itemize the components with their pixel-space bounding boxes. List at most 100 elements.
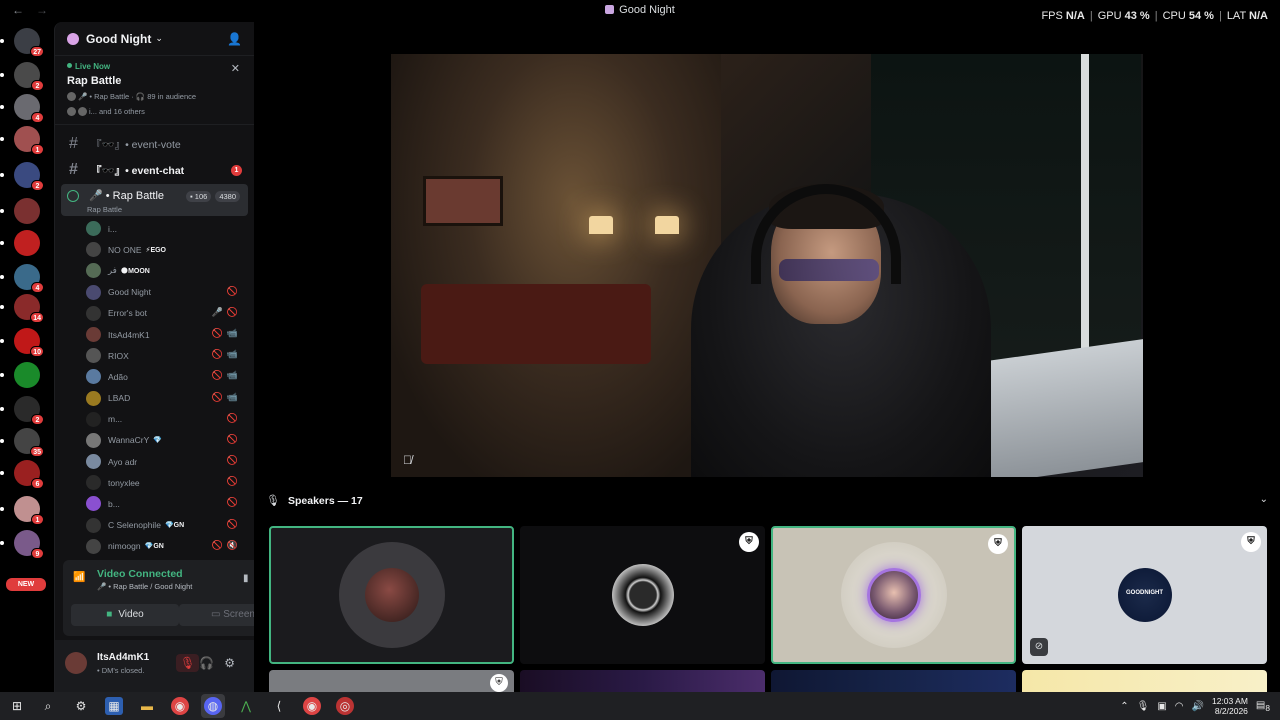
chrome-icon[interactable]: ◉ — [303, 697, 321, 715]
microphone-icon[interactable]: 🎙 — [1137, 701, 1150, 712]
app-icon[interactable]: ◎ — [336, 697, 354, 715]
main-video-stream[interactable]: 🎙̸ — [391, 54, 1143, 477]
video-button[interactable]: ■ Video — [71, 604, 179, 626]
mic-muted-icon: 🎙̸ — [403, 453, 412, 467]
discord-icon[interactable]: ◍ — [204, 697, 222, 715]
mic-muted-icon[interactable]: 🎙 — [176, 654, 200, 672]
voice-user[interactable]: RIOX 🚫📹 — [55, 345, 254, 366]
voice-user[interactable]: tonyxlee 🚫 — [55, 472, 254, 493]
voice-channel-rap-battle[interactable]: 🎤 • Rap Battle Rap Battle ▪ 106 4380 — [61, 184, 248, 216]
speakers-header: 🎙 Speakers — 17 — [266, 494, 363, 508]
channel-event-vote[interactable]: # 『🕶️』• event-vote — [61, 131, 248, 157]
app-icon[interactable]: ⋀ — [237, 697, 255, 715]
voice-user[interactable]: b... 🚫 — [55, 493, 254, 514]
speaker-tile[interactable]: ⛨ — [520, 526, 765, 664]
unread-pill — [0, 275, 4, 279]
server-icon[interactable]: 6 — [0, 460, 44, 489]
server-icon[interactable]: 10 — [0, 328, 44, 357]
chrome-icon[interactable]: ◉ — [171, 697, 189, 715]
speaker-tile[interactable]: ⛨ ⊘ — [1022, 526, 1267, 664]
voice-user[interactable]: NO ONE ⚡EGO — [55, 239, 254, 260]
server-icon[interactable] — [0, 362, 40, 388]
gear-icon[interactable]: ⚙ — [224, 656, 245, 670]
mention-badge: 2 — [31, 414, 44, 425]
server-icon[interactable]: 2 — [0, 62, 44, 91]
voice-user-name: i... — [108, 223, 117, 234]
chevron-down-icon: ⌄ — [155, 33, 163, 43]
server-icon[interactable]: 35 — [0, 428, 44, 457]
voice-user-name: فر — [108, 265, 117, 276]
avatar — [78, 107, 87, 116]
wifi-icon[interactable]: ◠ — [1175, 701, 1184, 712]
hash-icon: # — [69, 135, 78, 152]
voice-user[interactable]: ItsAd4mK1 🚫📹 — [55, 324, 254, 345]
moderator-shield-icon: ⛨ — [1241, 532, 1261, 552]
server-icon[interactable]: 1 — [0, 496, 44, 525]
server-icon[interactable]: 2 — [0, 396, 44, 425]
avatar[interactable] — [65, 652, 87, 674]
voice-user[interactable]: nimoogn 💎GN 🚫🔇 — [55, 536, 254, 557]
voice-user[interactable]: i... — [55, 218, 254, 239]
server-icon[interactable]: 9 — [0, 530, 44, 559]
avatar — [86, 305, 101, 321]
video-wall-picture — [423, 176, 503, 226]
speaker-tile[interactable]: ⛨ — [771, 526, 1016, 664]
unread-pill — [0, 471, 4, 475]
speaker-tile[interactable] — [771, 670, 1016, 692]
voice-user[interactable]: Good Night 🚫 — [55, 282, 254, 303]
server-icon[interactable]: 4 — [0, 264, 44, 293]
app-icon[interactable]: ⟨ — [270, 697, 288, 715]
speaker-tile[interactable]: ⛨ — [269, 670, 514, 692]
server-icon[interactable]: 1 — [0, 126, 44, 155]
store-icon[interactable]: ▦ — [105, 697, 123, 715]
speaker-tile[interactable] — [269, 526, 514, 664]
screen-icon: ▭ — [211, 609, 221, 620]
avatar — [1117, 568, 1172, 622]
voice-user-name: Error's bot — [108, 308, 147, 319]
signal-icon[interactable]: 📶 — [73, 572, 85, 583]
network-icon[interactable]: ▣ — [1157, 701, 1166, 712]
server-icon[interactable]: 14 — [0, 294, 44, 323]
server-header[interactable]: Good Night ⌄ 👤 — [55, 22, 254, 56]
search-icon[interactable]: ⌕ — [39, 697, 57, 715]
notification-icon[interactable]: ▤8 — [1256, 700, 1270, 713]
channel-event-chat[interactable]: # 『🕶️』• event-chat 1 — [61, 157, 248, 183]
speaker-tile[interactable] — [1022, 670, 1267, 692]
volume-icon[interactable]: 🔊 — [1192, 701, 1204, 712]
voice-user-name: Good Night — [108, 287, 151, 298]
server-icon[interactable] — [0, 198, 40, 224]
clock[interactable]: 12:03 AM 8/2/2026 — [1212, 696, 1248, 716]
channel-sidebar: Good Night ⌄ 👤 Live Now Rap Battle 🎤 • R… — [54, 22, 295, 692]
gear-icon[interactable]: ⚙ — [72, 697, 90, 715]
avatar — [364, 568, 419, 622]
video-lamp — [655, 216, 679, 234]
server-icon[interactable]: 4 — [0, 94, 44, 123]
voice-user[interactable]: Ayo adr 🚫 — [55, 451, 254, 472]
unread-badge: 1 — [231, 165, 242, 176]
user-status-icons: 🚫 — [226, 518, 242, 529]
voice-user[interactable]: C Selenophile 💎GN 🚫 — [55, 515, 254, 536]
server-icon[interactable]: 27 — [0, 28, 44, 57]
voice-user[interactable]: m... 🚫 — [55, 409, 254, 430]
unread-pill — [0, 173, 4, 177]
unread-pill — [0, 73, 4, 77]
voice-user[interactable]: WannaCrY 💎 🚫 — [55, 430, 254, 451]
live-event-card[interactable]: Live Now Rap Battle 🎤 • Rap Battle · 🎧 8… — [55, 56, 254, 125]
headphones-icon[interactable]: 🎧 — [199, 656, 224, 670]
avatar — [86, 432, 101, 448]
server-icon[interactable] — [0, 230, 40, 256]
voice-user[interactable]: Error's bot 🎤🚫 — [55, 303, 254, 324]
speaker-tile[interactable] — [520, 670, 765, 692]
server-icon[interactable]: 2 — [0, 162, 44, 191]
chevron-up-icon[interactable]: ⌃ — [1120, 701, 1128, 712]
folder-icon[interactable]: ▬ — [138, 697, 156, 715]
invite-people-icon[interactable]: 👤 — [227, 32, 242, 46]
close-icon[interactable]: ✕ — [231, 62, 240, 75]
mention-badge: 1 — [31, 514, 44, 525]
voice-user[interactable]: فر 🌑MOON — [55, 260, 254, 281]
voice-status-title: Video Connected — [97, 568, 183, 580]
chevron-down-icon[interactable]: ⌄ — [1260, 494, 1268, 505]
voice-user[interactable]: LBAD 🚫📹 — [55, 388, 254, 409]
voice-user[interactable]: Adão 🚫📹 — [55, 366, 254, 387]
windows-start-icon[interactable]: ⊞ — [8, 697, 26, 715]
